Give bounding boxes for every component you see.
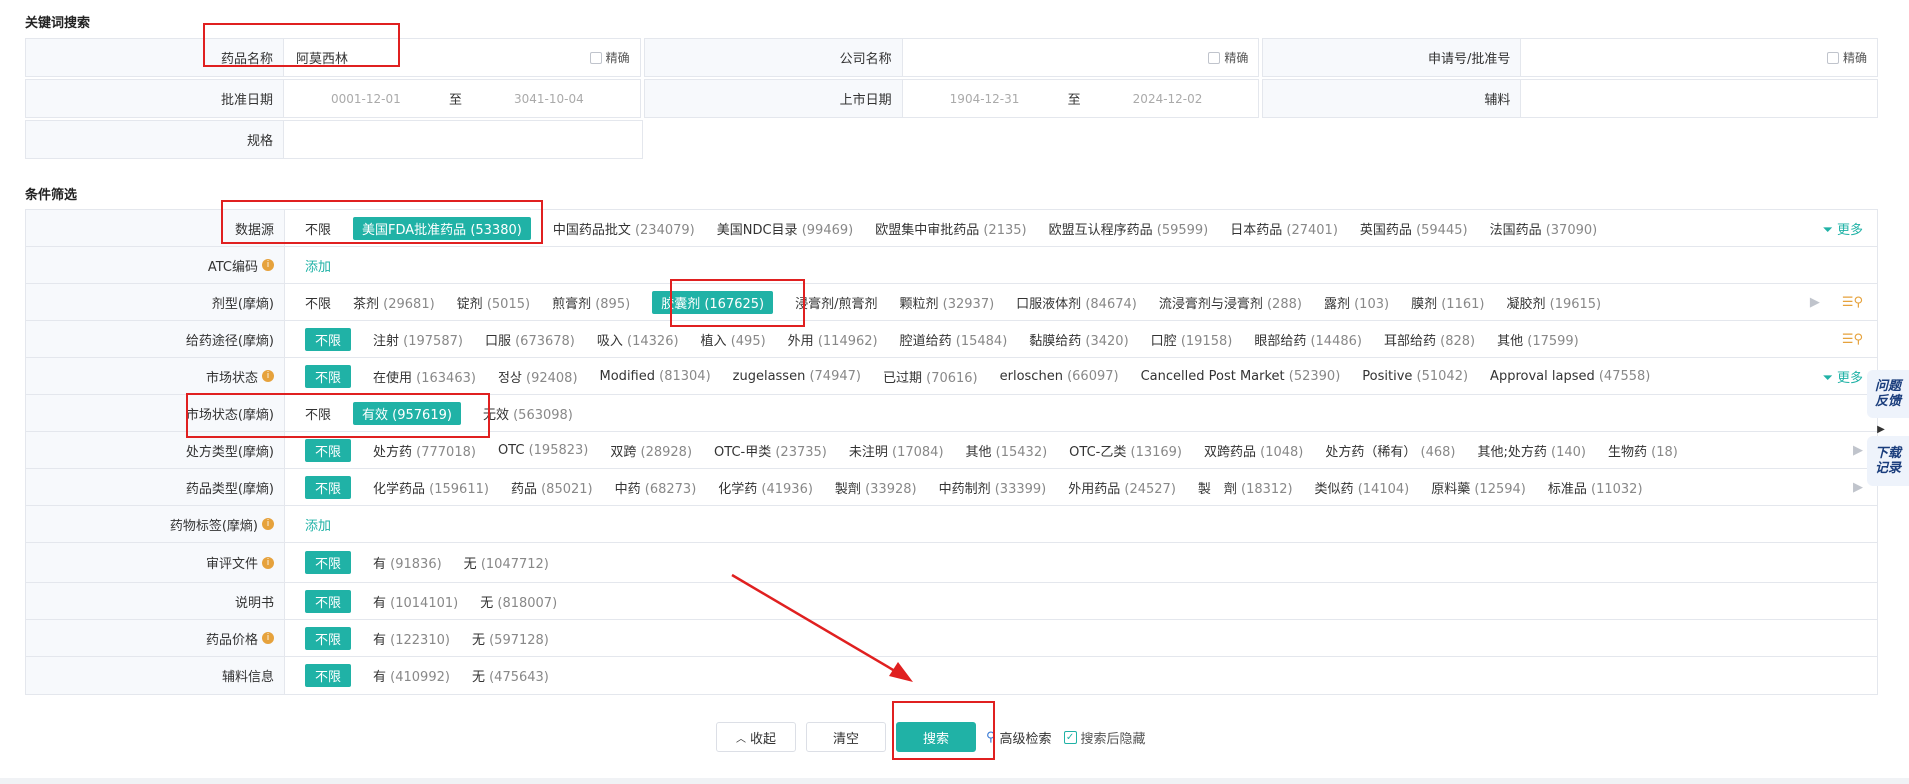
bottom-bar — [0, 778, 1909, 784]
arrow-annotation — [731, 573, 913, 682]
